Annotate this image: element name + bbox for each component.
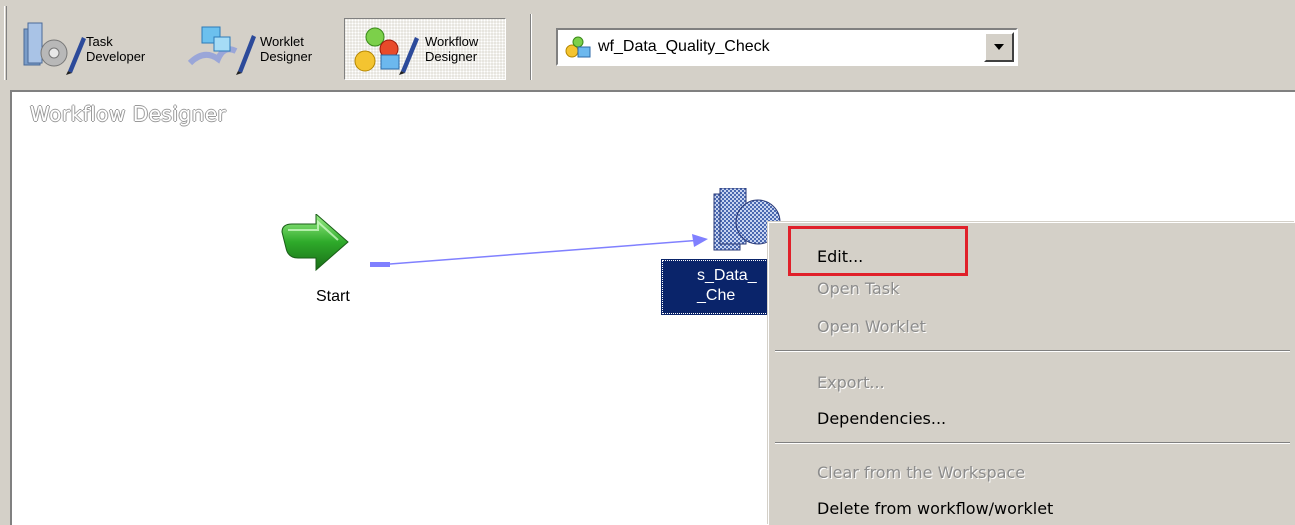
menu-item-clear-from-workspace[interactable]: Clear from the Workspace [769,457,1295,489]
toolbar-separator [530,14,532,80]
link-arrowhead [692,234,708,247]
menu-item-clear-label: Clear from the Workspace [817,463,1026,482]
menu-item-open-worklet-label: Open Worklet [817,317,926,336]
worklet-designer-line1: Worklet [260,34,304,49]
workflow-select[interactable]: wf_Data_Quality_Check [556,28,1018,66]
start-node[interactable] [278,212,352,278]
task-developer-line2: Developer [86,49,146,64]
workflow-designer-line1: Workflow [425,34,479,49]
workflow-designer-icon [354,27,419,75]
edit-highlight-box [788,226,968,276]
menu-separator [775,442,1290,444]
menu-separator [775,350,1290,352]
workflow-select-value: wf_Data_Quality_Check [598,38,770,55]
workflow-designer-line2: Designer [425,49,478,64]
worklet-designer-icon [187,26,256,75]
designer-toolbar: Task Developer Worklet Designer Workflow… [0,0,1295,88]
menu-item-delete-from-workflow[interactable]: Delete from workflow/worklet [769,493,1295,525]
menu-item-delete-label: Delete from workflow/worklet [817,499,1054,518]
workflow-designer-button[interactable]: Workflow Designer [344,18,506,80]
task-developer-line1: Task [86,34,113,49]
start-node-label: Start [316,288,350,305]
task-developer-button[interactable]: Task Developer [16,18,180,80]
task-developer-icon [23,22,86,75]
menu-item-export[interactable]: Export... [769,367,1295,399]
start-arrow-icon [281,212,349,272]
menu-item-export-label: Export... [817,373,885,392]
menu-item-dependencies-label: Dependencies... [817,409,947,428]
chevron-down-icon [994,44,1004,50]
menu-item-open-task-label: Open Task [817,279,900,298]
worklet-designer-label: Worklet Designer [260,34,312,64]
toolbar-grip[interactable] [4,6,7,80]
workflow-icon [565,36,591,58]
worklet-designer-line2: Designer [260,49,313,64]
worklet-designer-button[interactable]: Worklet Designer [184,18,344,80]
menu-item-open-worklet[interactable]: Open Worklet [769,311,1295,343]
workflow-select-dropdown-button[interactable] [984,32,1014,62]
menu-item-open-task[interactable]: Open Task [769,273,1295,305]
menu-item-dependencies[interactable]: Dependencies... [769,403,1295,435]
task-developer-label: Task Developer [86,34,145,64]
session-node-label[interactable]: s_Data_ _Che [661,259,783,315]
link-start-handle[interactable] [370,262,390,267]
workflow-designer-label: Workflow Designer [425,34,478,64]
